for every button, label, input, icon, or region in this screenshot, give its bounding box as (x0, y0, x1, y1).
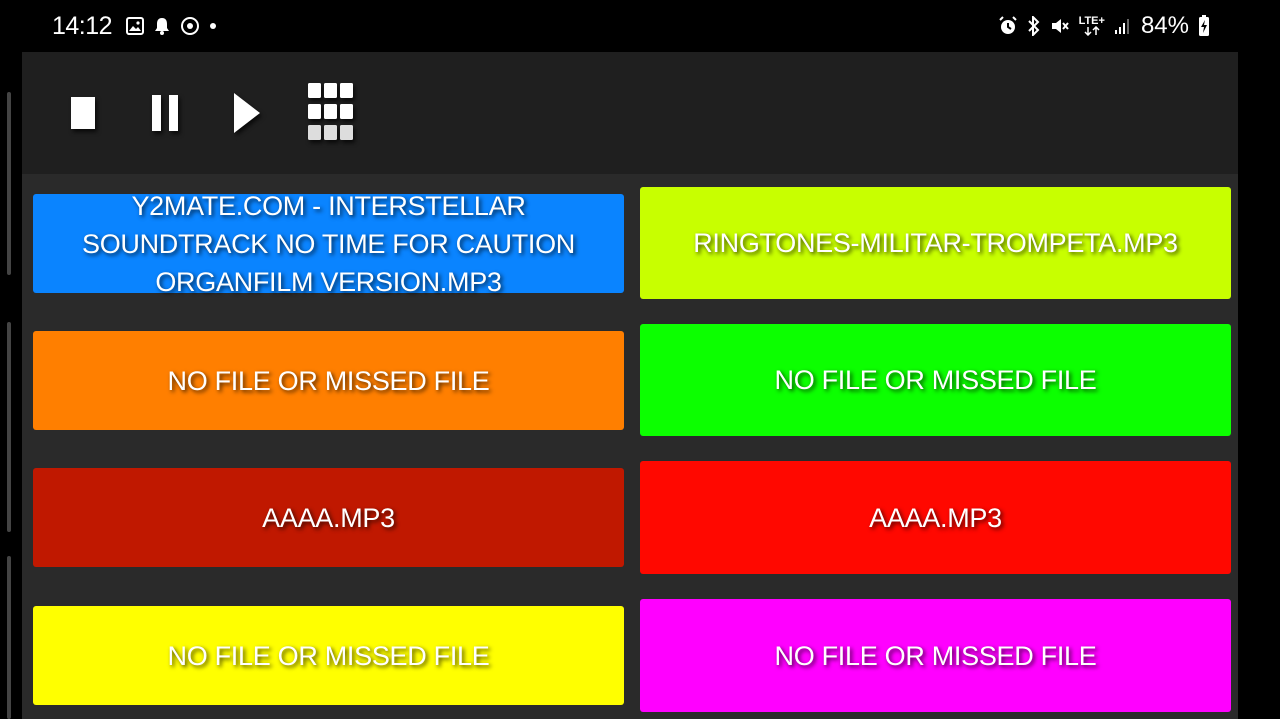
sound-pad-label: Y2MATE.COM - INTERSTELLAR SOUNDTRACK NO … (81, 190, 576, 297)
sound-pad-4[interactable]: NO FILE OR MISSED FILE (640, 324, 1231, 436)
image-icon (126, 17, 145, 35)
bell-icon (154, 17, 170, 35)
sound-pad-label: NO FILE OR MISSED FILE (167, 365, 490, 396)
sound-pad-6[interactable]: AAAA.MP3 (640, 461, 1231, 574)
edge-indicator (7, 322, 11, 532)
pause-button[interactable] (136, 82, 194, 144)
stop-icon (71, 97, 95, 129)
battery-percent: 84% (1140, 12, 1189, 39)
play-button[interactable] (218, 82, 276, 144)
edge-indicator (7, 556, 11, 719)
sound-pad-3[interactable]: NO FILE OR MISSED FILE (33, 331, 624, 430)
dot-icon (210, 23, 217, 29)
status-bar: 14:12 LTE+ 84% (0, 0, 1280, 52)
status-right: LTE+ 84% (998, 10, 1210, 42)
sound-pad-label: NO FILE OR MISSED FILE (774, 365, 1097, 395)
battery-icon (1198, 15, 1210, 37)
playback-toolbar (22, 52, 1238, 174)
sound-pad-8[interactable]: NO FILE OR MISSED FILE (640, 599, 1231, 712)
sound-pad-label: RINGTONES-MILITAR-TROMPETA.MP3 (693, 228, 1178, 258)
signal-icon (1114, 17, 1132, 35)
sound-pad-label: AAAA.MP3 (869, 502, 1002, 533)
sound-pad-2[interactable]: RINGTONES-MILITAR-TROMPETA.MP3 (640, 187, 1231, 299)
sound-pad-label: NO FILE OR MISSED FILE (774, 640, 1097, 671)
play-icon (234, 93, 260, 133)
alarm-icon (998, 16, 1018, 36)
grid-icon (308, 83, 353, 140)
edge-indicator (7, 92, 11, 275)
sound-pad-1[interactable]: Y2MATE.COM - INTERSTELLAR SOUNDTRACK NO … (33, 191, 624, 297)
lte-icon: LTE+ (1079, 16, 1105, 36)
sound-pad-5[interactable]: AAAA.MP3 (33, 468, 624, 567)
sound-pad-label: NO FILE OR MISSED FILE (167, 640, 490, 671)
sound-pad-7[interactable]: NO FILE OR MISSED FILE (33, 606, 624, 705)
stop-button[interactable] (54, 82, 112, 144)
sound-pad-label: AAAA.MP3 (262, 502, 395, 533)
status-time: 14:12 (52, 11, 113, 40)
grid-button[interactable] (302, 82, 360, 144)
network-type: LTE+ (1078, 15, 1105, 27)
sync-icon (180, 16, 200, 36)
bluetooth-icon (1027, 16, 1041, 36)
status-left: 14:12 (52, 10, 217, 42)
soundboard-app: Y2MATE.COM - INTERSTELLAR SOUNDTRACK NO … (22, 52, 1238, 719)
pause-icon (152, 95, 178, 131)
mute-icon (1050, 16, 1070, 36)
